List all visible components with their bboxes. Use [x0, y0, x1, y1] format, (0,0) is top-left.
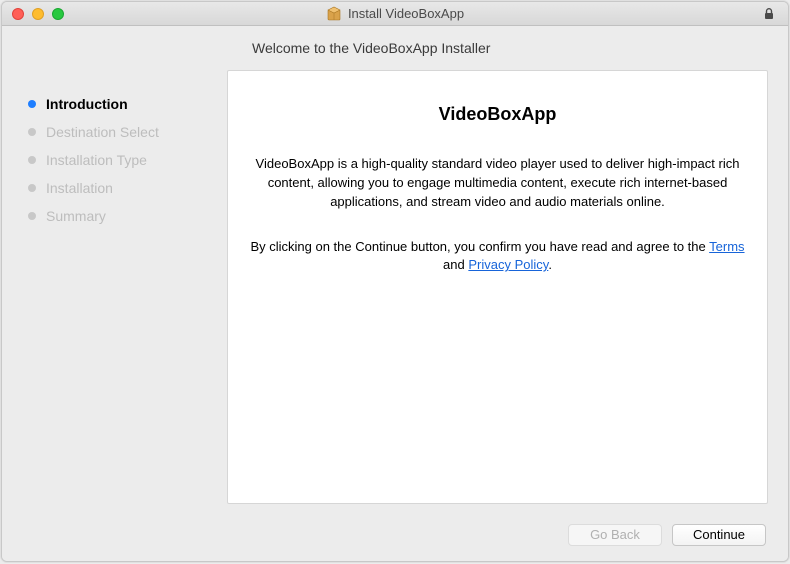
consent-text-pre: By clicking on the Continue button, you … [250, 239, 709, 254]
continue-button[interactable]: Continue [672, 524, 766, 546]
bullet-icon [28, 212, 36, 220]
sidebar-item-installation: Installation [22, 174, 227, 202]
bullet-icon [28, 128, 36, 136]
terms-link[interactable]: Terms [709, 239, 744, 254]
page-title: Welcome to the VideoBoxApp Installer [2, 26, 788, 70]
titlebar: Install VideoBoxApp [2, 2, 788, 26]
sidebar-item-label: Introduction [46, 96, 128, 112]
main-row: Introduction Destination Select Installa… [2, 70, 788, 509]
panel-consent: By clicking on the Continue button, you … [248, 238, 747, 276]
zoom-button[interactable] [52, 8, 64, 20]
go-back-button: Go Back [568, 524, 662, 546]
sidebar-item-destination: Destination Select [22, 118, 227, 146]
panel-body: VideoBoxApp is a high-quality standard v… [248, 155, 747, 212]
content-area: Welcome to the VideoBoxApp Installer Int… [2, 26, 788, 561]
privacy-link[interactable]: Privacy Policy [468, 257, 548, 272]
panel-heading: VideoBoxApp [248, 101, 747, 127]
traffic-lights [2, 8, 64, 20]
content-panel: VideoBoxApp VideoBoxApp is a high-qualit… [227, 70, 768, 504]
bullet-icon [28, 156, 36, 164]
sidebar-item-label: Destination Select [46, 124, 159, 140]
sidebar: Introduction Destination Select Installa… [22, 70, 227, 504]
sidebar-item-introduction: Introduction [22, 90, 227, 118]
window-title-text: Install VideoBoxApp [348, 6, 464, 21]
bullet-icon [28, 184, 36, 192]
button-row: Go Back Continue [2, 509, 788, 561]
minimize-button[interactable] [32, 8, 44, 20]
consent-text-end: . [548, 257, 552, 272]
consent-text-mid: and [443, 257, 468, 272]
package-icon [326, 6, 342, 22]
sidebar-item-summary: Summary [22, 202, 227, 230]
lock-icon[interactable] [762, 7, 776, 21]
close-button[interactable] [12, 8, 24, 20]
sidebar-item-label: Summary [46, 208, 106, 224]
installer-window: Install VideoBoxApp Welcome to the Video… [1, 1, 789, 562]
sidebar-item-installation-type: Installation Type [22, 146, 227, 174]
sidebar-item-label: Installation [46, 180, 113, 196]
bullet-active-icon [28, 100, 36, 108]
sidebar-item-label: Installation Type [46, 152, 147, 168]
window-title: Install VideoBoxApp [2, 6, 788, 22]
